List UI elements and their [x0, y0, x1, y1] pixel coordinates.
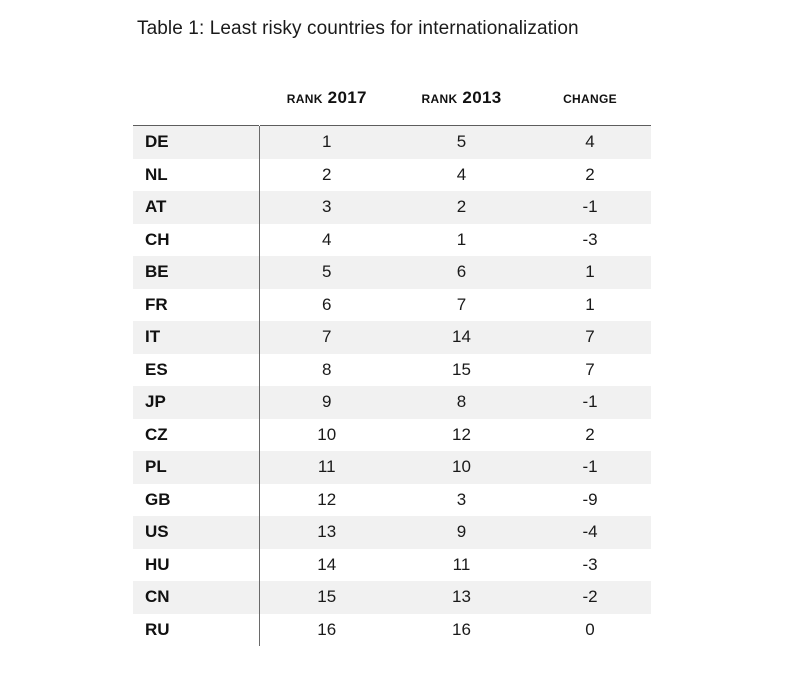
cell-rank-2013: 11: [394, 548, 529, 581]
cell-change: -3: [529, 548, 651, 581]
cell-rank-2017: 5: [259, 256, 394, 289]
cell-rank-2013: 10: [394, 451, 529, 484]
cell-country: CN: [133, 581, 260, 614]
cell-country: DE: [133, 125, 260, 159]
cell-rank-2017: 9: [259, 386, 394, 419]
column-header-rank-2017: Rank 2017: [286, 87, 367, 107]
table-row: GB 12 3 -9: [133, 483, 651, 516]
cell-country: GB: [133, 483, 260, 516]
cell-country: FR: [133, 288, 260, 321]
cell-rank-2013: 15: [394, 353, 529, 386]
cell-change: -9: [529, 483, 651, 516]
cell-change: -1: [529, 386, 651, 419]
table-row: JP 9 8 -1: [133, 386, 651, 419]
cell-country: RU: [133, 613, 260, 646]
cell-country: JP: [133, 386, 260, 419]
cell-rank-2013: 12: [394, 418, 529, 451]
column-header-change: Change: [563, 87, 617, 107]
cell-rank-2017: 11: [259, 451, 394, 484]
ranking-table: Rank 2017 Rank 2013 Change DE 1 5 4 NL 2 4 2 AT 3…: [133, 70, 651, 646]
cell-rank-2013: 6: [394, 256, 529, 289]
cell-rank-2017: 15: [259, 581, 394, 614]
cell-change: 1: [529, 256, 651, 289]
cell-rank-2013: 1: [394, 223, 529, 256]
table-row: ES 8 15 7: [133, 353, 651, 386]
cell-change: -2: [529, 581, 651, 614]
cell-change: -3: [529, 223, 651, 256]
cell-change: 1: [529, 288, 651, 321]
cell-rank-2013: 4: [394, 158, 529, 191]
table-header: Rank 2017 Rank 2013 Change: [133, 70, 651, 126]
cell-change: -4: [529, 516, 651, 549]
table-row: DE 1 5 4: [133, 125, 651, 159]
table-row: US 13 9 -4: [133, 516, 651, 549]
table-body: DE 1 5 4 NL 2 4 2 AT 3 2 -1 CH 4 1 -3 BE 5 6 1 FR 6 7 1 IT 7 14 7 ES…: [133, 125, 651, 646]
cell-rank-2013: 14: [394, 321, 529, 354]
cell-rank-2017: 6: [259, 288, 394, 321]
table-row: AT 3 2 -1: [133, 191, 651, 224]
cell-country: BE: [133, 256, 260, 289]
cell-rank-2013: 9: [394, 516, 529, 549]
cell-change: 4: [529, 125, 651, 159]
cell-change: -1: [529, 191, 651, 224]
cell-change: 0: [529, 613, 651, 646]
table-caption: Table 1: Least risky countries for inter…: [137, 18, 579, 39]
cell-rank-2017: 8: [259, 353, 394, 386]
cell-country: IT: [133, 321, 260, 354]
table-row: PL 11 10 -1: [133, 451, 651, 484]
cell-country: CZ: [133, 418, 260, 451]
cell-rank-2017: 1: [259, 125, 394, 159]
cell-rank-2017: 16: [259, 613, 394, 646]
cell-rank-2013: 13: [394, 581, 529, 614]
cell-rank-2013: 8: [394, 386, 529, 419]
cell-country: HU: [133, 548, 260, 581]
table-row: CZ 10 12 2: [133, 418, 651, 451]
cell-rank-2013: 2: [394, 191, 529, 224]
cell-country: US: [133, 516, 260, 549]
cell-rank-2017: 10: [259, 418, 394, 451]
cell-rank-2013: 7: [394, 288, 529, 321]
cell-change: 7: [529, 353, 651, 386]
table-row: RU 16 16 0: [133, 613, 651, 646]
cell-rank-2017: 12: [259, 483, 394, 516]
table-row: IT 7 14 7: [133, 321, 651, 354]
table-row: NL 2 4 2: [133, 158, 651, 191]
cell-rank-2013: 3: [394, 483, 529, 516]
cell-country: PL: [133, 451, 260, 484]
table-header-row: Rank 2017 Rank 2013 Change: [133, 70, 651, 126]
column-header-country: [133, 70, 259, 126]
table-row: HU 14 11 -3: [133, 548, 651, 581]
cell-change: -1: [529, 451, 651, 484]
table-row: CH 4 1 -3: [133, 223, 651, 256]
cell-rank-2017: 7: [259, 321, 394, 354]
cell-rank-2013: 16: [394, 613, 529, 646]
table-row: CN 15 13 -2: [133, 581, 651, 614]
cell-rank-2017: 13: [259, 516, 394, 549]
table-row: BE 5 6 1: [133, 256, 651, 289]
cell-country: ES: [133, 353, 260, 386]
cell-country: NL: [133, 158, 260, 191]
cell-change: 2: [529, 418, 651, 451]
cell-change: 7: [529, 321, 651, 354]
cell-rank-2017: 14: [259, 548, 394, 581]
cell-country: CH: [133, 223, 260, 256]
cell-rank-2013: 5: [394, 125, 529, 159]
table-row: FR 6 7 1: [133, 288, 651, 321]
cell-rank-2017: 4: [259, 223, 394, 256]
cell-rank-2017: 2: [259, 158, 394, 191]
column-header-rank-2013: Rank 2013: [421, 87, 502, 107]
cell-change: 2: [529, 158, 651, 191]
cell-rank-2017: 3: [259, 191, 394, 224]
cell-country: AT: [133, 191, 260, 224]
table-page: { "caption": "Table 1: Least risky count…: [0, 0, 812, 684]
